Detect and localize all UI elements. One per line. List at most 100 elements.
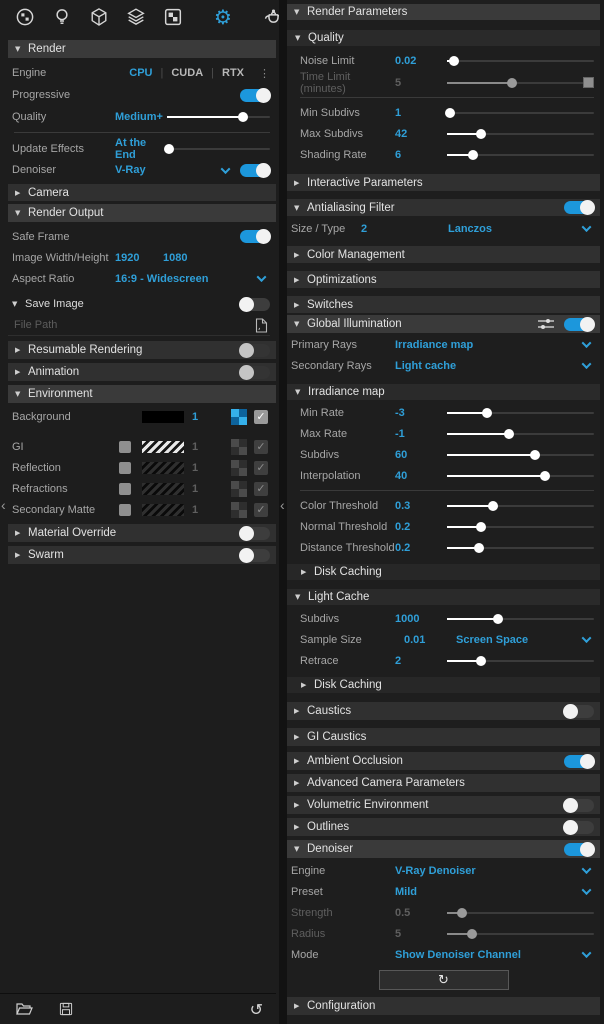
secondary-matte-multiplier[interactable]: 1	[184, 504, 214, 516]
section-disk-caching-light-cache[interactable]: ▶ Disk Caching	[287, 677, 600, 693]
gi-texture-icon[interactable]	[231, 438, 247, 455]
shading-rate-slider[interactable]	[447, 148, 594, 162]
section-denoiser[interactable]: ▼ Denoiser	[287, 840, 600, 858]
section-light-cache[interactable]: ▼ Light Cache	[287, 589, 600, 605]
normal-threshold-slider[interactable]	[447, 520, 594, 534]
retrace-slider[interactable]	[447, 654, 594, 668]
refractions-multiplier[interactable]: 1	[184, 483, 214, 495]
slider-knob[interactable]	[449, 55, 460, 66]
primary-rays-dropdown[interactable]: Irradiance map	[395, 339, 578, 351]
section-resumable-rendering[interactable]: ▶ Resumable Rendering	[8, 341, 276, 359]
kebab-menu-icon[interactable]: ⋮	[259, 67, 270, 80]
volumetric-environment-toggle[interactable]	[563, 797, 594, 813]
section-disk-caching-irradiance[interactable]: ▶ Disk Caching	[287, 564, 600, 580]
slider-knob[interactable]	[468, 149, 479, 160]
quality-slider[interactable]	[167, 110, 270, 124]
gi-override-checkbox[interactable]	[119, 440, 131, 453]
secondary-rays-dropdown[interactable]: Light cache	[395, 360, 578, 372]
slider-knob[interactable]	[475, 128, 486, 139]
irradiance-subdivs-value[interactable]: 60	[395, 449, 447, 461]
caustics-toggle[interactable]	[563, 703, 594, 719]
layers-button[interactable]	[125, 4, 147, 30]
slider-knob[interactable]	[238, 112, 249, 122]
update-effects-slider[interactable]	[164, 142, 270, 156]
mixer-sliders-icon[interactable]	[538, 317, 554, 331]
interpolation-value[interactable]: 40	[395, 470, 447, 482]
sample-size-value[interactable]: 0.01	[404, 634, 456, 646]
max-subdivs-slider[interactable]	[447, 127, 594, 141]
background-color-swatch[interactable]	[142, 410, 184, 423]
section-environment[interactable]: ▼ Environment	[8, 385, 276, 403]
section-color-management[interactable]: ▶ Color Management	[287, 246, 600, 263]
section-optimizations[interactable]: ▶ Optimizations	[287, 271, 600, 288]
chevron-down-icon[interactable]	[256, 272, 266, 283]
save-icon[interactable]	[59, 1002, 73, 1016]
antialiasing-toggle[interactable]	[564, 200, 595, 215]
section-ambient-occlusion[interactable]: ▶ Ambient Occlusion	[287, 752, 600, 770]
denoiser-value[interactable]: V-Ray	[115, 164, 216, 176]
distance-threshold-slider[interactable]	[447, 541, 594, 555]
filter-type-dropdown[interactable]: Lanczos	[448, 223, 578, 235]
chevron-down-icon[interactable]	[581, 359, 591, 370]
light-cache-subdivs-value[interactable]: 1000	[395, 613, 447, 625]
gi-multiplier[interactable]: 1	[184, 441, 214, 453]
engine-option-cpu[interactable]: CPU	[129, 67, 152, 79]
settings-button[interactable]: ⚙	[214, 4, 232, 30]
update-effects-value[interactable]: At the End	[115, 137, 167, 161]
global-illumination-toggle[interactable]	[564, 316, 595, 332]
secondary-matte-texture-icon[interactable]	[231, 501, 247, 518]
background-texture-icon[interactable]	[231, 408, 247, 425]
textures-button[interactable]	[162, 4, 184, 30]
ambient-occlusion-toggle[interactable]	[564, 753, 595, 769]
section-render-output[interactable]: ▼ Render Output	[8, 204, 276, 222]
scrollbar-gutter[interactable]	[600, 0, 604, 1024]
geometry-button[interactable]	[88, 4, 110, 30]
panel-splitter[interactable]: ‹	[279, 0, 287, 1024]
irradiance-subdivs-slider[interactable]	[447, 448, 594, 462]
gi-checkbox[interactable]: ✓	[254, 439, 268, 454]
refractions-texture-icon[interactable]	[231, 480, 247, 497]
revert-icon[interactable]: ↺	[250, 1000, 263, 1019]
chevron-down-icon[interactable]	[581, 338, 591, 349]
section-swarm[interactable]: ▶ Swarm	[8, 546, 276, 564]
section-animation[interactable]: ▶ Animation	[8, 363, 276, 381]
section-antialiasing-filter[interactable]: ▼ Antialiasing Filter	[287, 199, 600, 216]
slider-knob[interactable]	[493, 613, 504, 624]
slider-knob[interactable]	[444, 107, 455, 118]
section-material-override[interactable]: ▶ Material Override	[8, 524, 276, 542]
safe-frame-toggle[interactable]	[240, 229, 271, 244]
secondary-matte-checkbox[interactable]: ✓	[254, 502, 268, 517]
section-advanced-camera-parameters[interactable]: ▶ Advanced Camera Parameters	[287, 774, 600, 792]
slider-knob[interactable]	[503, 428, 514, 439]
animation-toggle[interactable]	[239, 364, 270, 380]
section-render[interactable]: ▼ Render	[8, 40, 276, 58]
refractions-color-swatch[interactable]	[142, 482, 184, 495]
refractions-checkbox[interactable]: ✓	[254, 481, 268, 496]
save-image-toggle[interactable]	[239, 296, 270, 312]
sample-size-mode-dropdown[interactable]: Screen Space	[456, 634, 578, 646]
section-quality[interactable]: ▼ Quality	[287, 30, 600, 46]
min-subdivs-slider[interactable]	[444, 106, 594, 120]
reflection-multiplier[interactable]: 1	[184, 462, 214, 474]
section-switches[interactable]: ▶ Switches	[287, 296, 600, 313]
min-rate-value[interactable]: -3	[395, 407, 447, 419]
engine-option-rtx[interactable]: RTX	[222, 67, 244, 79]
outlines-toggle[interactable]	[563, 819, 594, 835]
reflection-override-checkbox[interactable]	[119, 461, 131, 474]
section-render-parameters[interactable]: ▼ Render Parameters	[287, 4, 600, 20]
secondary-matte-override-checkbox[interactable]	[119, 503, 131, 516]
section-volumetric-environment[interactable]: ▶ Volumetric Environment	[287, 796, 600, 814]
slider-knob[interactable]	[475, 655, 486, 666]
denoiser-engine-dropdown[interactable]: V-Ray Denoiser	[395, 865, 578, 877]
lights-button[interactable]	[51, 4, 73, 30]
min-subdivs-value[interactable]: 1	[395, 107, 447, 119]
min-rate-slider[interactable]	[447, 406, 594, 420]
slider-knob[interactable]	[481, 407, 492, 418]
section-caustics[interactable]: ▶ Caustics	[287, 702, 600, 720]
max-rate-value[interactable]: -1	[395, 428, 447, 440]
resumable-toggle[interactable]	[239, 342, 270, 358]
section-camera[interactable]: ▶ Camera	[8, 184, 276, 201]
normal-threshold-value[interactable]: 0.2	[395, 521, 447, 533]
materials-button[interactable]	[14, 4, 36, 30]
file-path-input[interactable]: File Path	[8, 315, 270, 336]
